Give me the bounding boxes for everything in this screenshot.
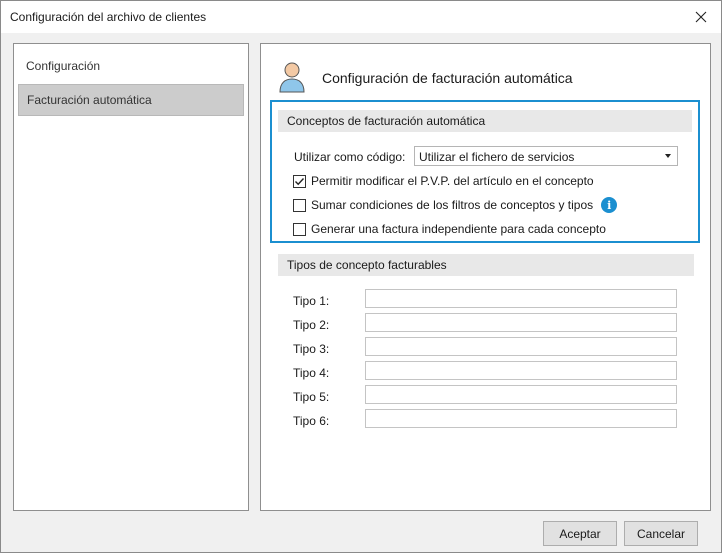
tipo-6-label: Tipo 6: bbox=[293, 414, 330, 428]
check-factura-independiente[interactable]: Generar una factura independiente para c… bbox=[293, 221, 606, 237]
info-icon[interactable]: i bbox=[601, 197, 618, 213]
tipo-2-label: Tipo 2: bbox=[293, 318, 330, 332]
checkbox-label: Sumar condiciones de los filtros de conc… bbox=[311, 198, 594, 212]
checkbox-label: Permitir modificar el P.V.P. del artícul… bbox=[311, 174, 594, 188]
tipo-5-input[interactable] bbox=[365, 385, 677, 404]
nav-item-configuracion[interactable]: Configuración bbox=[18, 50, 244, 82]
tipo-5-label: Tipo 5: bbox=[293, 390, 330, 404]
tipo-4-label: Tipo 4: bbox=[293, 366, 330, 380]
tipo-3-label: Tipo 3: bbox=[293, 342, 330, 356]
tipo-1-input[interactable] bbox=[365, 289, 677, 308]
page-title: Configuración de facturación automática bbox=[322, 70, 573, 86]
accept-button[interactable]: Aceptar bbox=[543, 521, 617, 546]
close-icon bbox=[695, 11, 707, 23]
checkbox[interactable] bbox=[293, 174, 306, 188]
nav-item-label: Configuración bbox=[26, 59, 101, 73]
conceptos-group: Conceptos de facturación automática Util… bbox=[270, 100, 700, 243]
conceptos-section-header: Conceptos de facturación automática bbox=[278, 110, 692, 132]
content-panel: Configuración de facturación automática … bbox=[260, 43, 711, 511]
codigo-select[interactable]: Utilizar el fichero de servicios bbox=[414, 146, 678, 166]
tipo-6-input[interactable] bbox=[365, 409, 677, 428]
navigation-panel: Configuración Facturación automática bbox=[13, 43, 249, 511]
codigo-select-value: Utilizar el fichero de servicios bbox=[419, 150, 575, 164]
user-avatar-icon bbox=[279, 62, 305, 93]
dropdown-arrow-icon bbox=[665, 154, 671, 158]
tipo-2-input[interactable] bbox=[365, 313, 677, 332]
checkmark-icon bbox=[295, 177, 305, 185]
close-button[interactable] bbox=[681, 1, 721, 33]
check-sumar-condiciones[interactable]: Sumar condiciones de los filtros de conc… bbox=[293, 197, 618, 213]
tipo-4-input[interactable] bbox=[365, 361, 677, 380]
tipos-section-header: Tipos de concepto facturables bbox=[278, 254, 694, 276]
cancel-button[interactable]: Cancelar bbox=[624, 521, 698, 546]
tipo-3-input[interactable] bbox=[365, 337, 677, 356]
checkbox-label: Generar una factura independiente para c… bbox=[311, 222, 606, 236]
checkbox[interactable] bbox=[293, 222, 306, 236]
window-title: Configuración del archivo de clientes bbox=[10, 10, 207, 24]
nav-item-facturacion-automatica[interactable]: Facturación automática bbox=[18, 84, 244, 116]
nav-item-label: Facturación automática bbox=[27, 93, 152, 107]
checkbox[interactable] bbox=[293, 198, 306, 212]
dialog-window: Configuración del archivo de clientes Co… bbox=[0, 0, 722, 553]
check-permitir-modificar-pvp[interactable]: Permitir modificar el P.V.P. del artícul… bbox=[293, 173, 594, 189]
codigo-label: Utilizar como código: bbox=[294, 150, 406, 164]
title-bar: Configuración del archivo de clientes bbox=[1, 1, 721, 33]
tipo-1-label: Tipo 1: bbox=[293, 294, 330, 308]
